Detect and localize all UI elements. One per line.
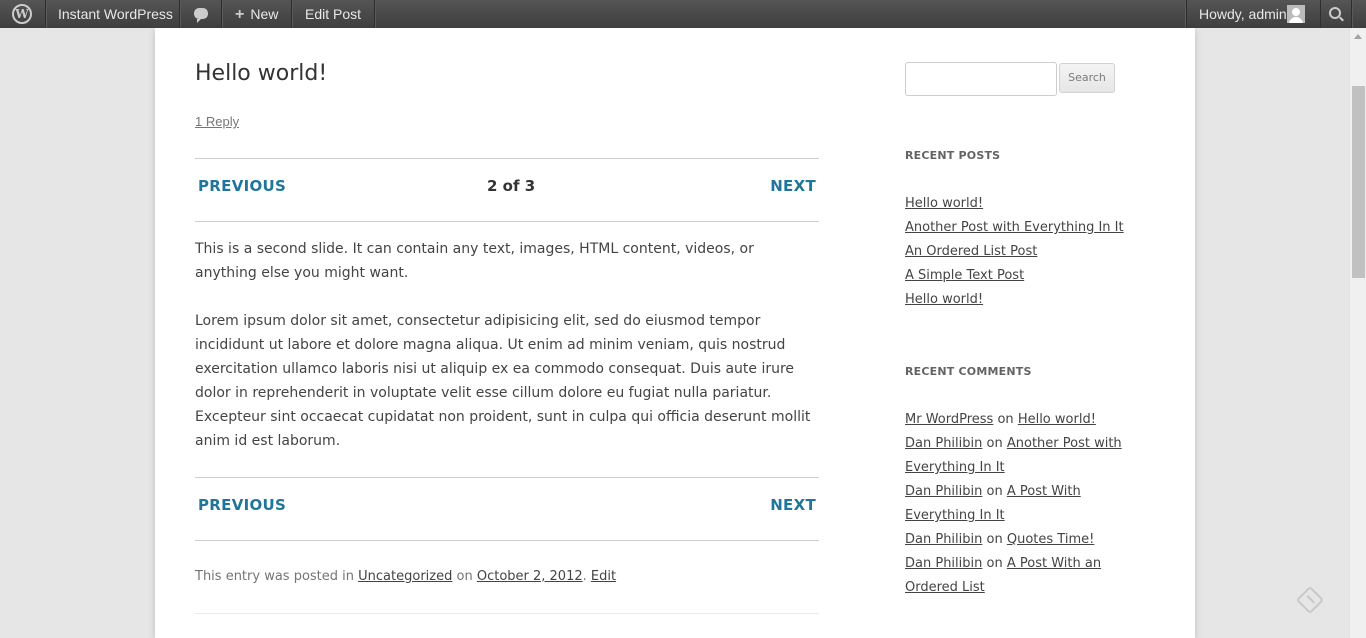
howdy-label: Howdy, admin — [1199, 6, 1287, 22]
next-slide-link[interactable]: NEXT — [770, 177, 816, 195]
page-scrollbar[interactable] — [1349, 28, 1366, 638]
on-text: on — [997, 412, 1014, 427]
recent-post-link[interactable]: Hello world! — [905, 292, 983, 307]
list-item: Hello world! — [905, 288, 1155, 312]
recent-post-link[interactable]: A Simple Text Post — [905, 268, 1024, 283]
list-item: Mr WordPress on Hello world! — [905, 408, 1155, 432]
edit-link[interactable]: Edit — [591, 569, 616, 584]
comments-link[interactable] — [181, 0, 222, 28]
recent-comments-title: RECENT COMMENTS — [905, 365, 1032, 378]
divider — [195, 477, 819, 478]
divider — [195, 221, 819, 222]
admin-search-button[interactable] — [1320, 0, 1352, 28]
list-item: Dan Philibin on Quotes Time! — [905, 528, 1155, 552]
feedly-icon[interactable] — [1295, 585, 1325, 615]
comments-icon — [194, 8, 208, 23]
meta-on: on — [456, 569, 473, 584]
entry-meta: This entry was posted in Uncategorized o… — [195, 569, 616, 584]
recent-posts-title: RECENT POSTS — [905, 149, 1001, 162]
list-item: Another Post with Everything In It — [905, 216, 1155, 240]
comment-post-link[interactable]: Quotes Time! — [1007, 532, 1094, 547]
post-title: Hello world! — [195, 61, 328, 86]
new-label: New — [250, 6, 279, 22]
scrollbar-thumb[interactable] — [1352, 86, 1365, 278]
list-item: Dan Philibin on Another Post with Everyt… — [905, 432, 1155, 480]
list-item: An Ordered List Post — [905, 240, 1155, 264]
date-link[interactable]: October 2, 2012 — [477, 569, 583, 584]
divider — [195, 158, 819, 159]
edit-post-label: Edit Post — [305, 6, 362, 22]
previous-slide-link-bottom[interactable]: PREVIOUS — [198, 496, 286, 514]
divider — [195, 540, 819, 541]
list-item: Dan Philibin on A Post With an Ordered L… — [905, 552, 1155, 600]
edit-post-link[interactable]: Edit Post — [293, 0, 375, 28]
next-slide-link-bottom[interactable]: NEXT — [770, 496, 816, 514]
divider — [195, 613, 819, 614]
comment-author-link[interactable]: Mr WordPress — [905, 412, 993, 427]
search-input[interactable] — [905, 62, 1057, 96]
recent-post-link[interactable]: An Ordered List Post — [905, 244, 1037, 259]
slide-paragraph-1: This is a second slide. It can contain a… — [195, 241, 754, 281]
site-name-link[interactable]: Instant WordPress — [46, 0, 180, 28]
recent-post-link[interactable]: Another Post with Everything In It — [905, 220, 1124, 235]
on-text: on — [986, 556, 1003, 571]
site-name-label: Instant WordPress — [58, 6, 173, 22]
comment-author-link[interactable]: Dan Philibin — [905, 436, 982, 451]
reply-link[interactable]: 1 Reply — [195, 114, 239, 129]
recent-posts-list: Hello world! Another Post with Everythin… — [905, 192, 1155, 312]
meta-separator: . — [582, 569, 587, 584]
comment-post-link[interactable]: Hello world! — [1018, 412, 1096, 427]
new-content-link[interactable]: + New — [222, 0, 292, 28]
search-button[interactable]: Search — [1059, 63, 1115, 93]
comment-author-link[interactable]: Dan Philibin — [905, 556, 982, 571]
list-item: A Simple Text Post — [905, 264, 1155, 288]
list-item: Hello world! — [905, 192, 1155, 216]
search-icon — [1329, 7, 1341, 19]
scroll-up-arrow-icon[interactable] — [1354, 34, 1362, 39]
list-item: Dan Philibin on A Post With Everything I… — [905, 480, 1155, 528]
slide-paragraph-2: Lorem ipsum dolor sit amet, consectetur … — [195, 313, 811, 449]
meta-prefix: This entry was posted in — [195, 569, 355, 584]
previous-slide-link[interactable]: PREVIOUS — [198, 177, 286, 195]
on-text: on — [986, 484, 1003, 499]
wordpress-logo-icon: W — [12, 4, 32, 24]
recent-comments-list: Mr WordPress on Hello world! Dan Philibi… — [905, 408, 1155, 600]
on-text: on — [986, 436, 1003, 451]
plus-icon: + — [235, 6, 245, 23]
page: Hello world! 1 Reply PREVIOUS 2 of 3 NEX… — [155, 28, 1195, 638]
comment-author-link[interactable]: Dan Philibin — [905, 532, 982, 547]
my-account-menu[interactable]: Howdy, admin — [1186, 0, 1319, 28]
comment-author-link[interactable]: Dan Philibin — [905, 484, 982, 499]
wordpress-menu[interactable]: W — [0, 0, 46, 28]
slide-counter: 2 of 3 — [487, 177, 536, 195]
category-link[interactable]: Uncategorized — [358, 569, 452, 584]
on-text: on — [986, 532, 1003, 547]
admin-bar: W Instant WordPress + New Edit Post Howdy… — [0, 0, 1366, 28]
avatar — [1287, 5, 1305, 23]
recent-post-link[interactable]: Hello world! — [905, 196, 983, 211]
